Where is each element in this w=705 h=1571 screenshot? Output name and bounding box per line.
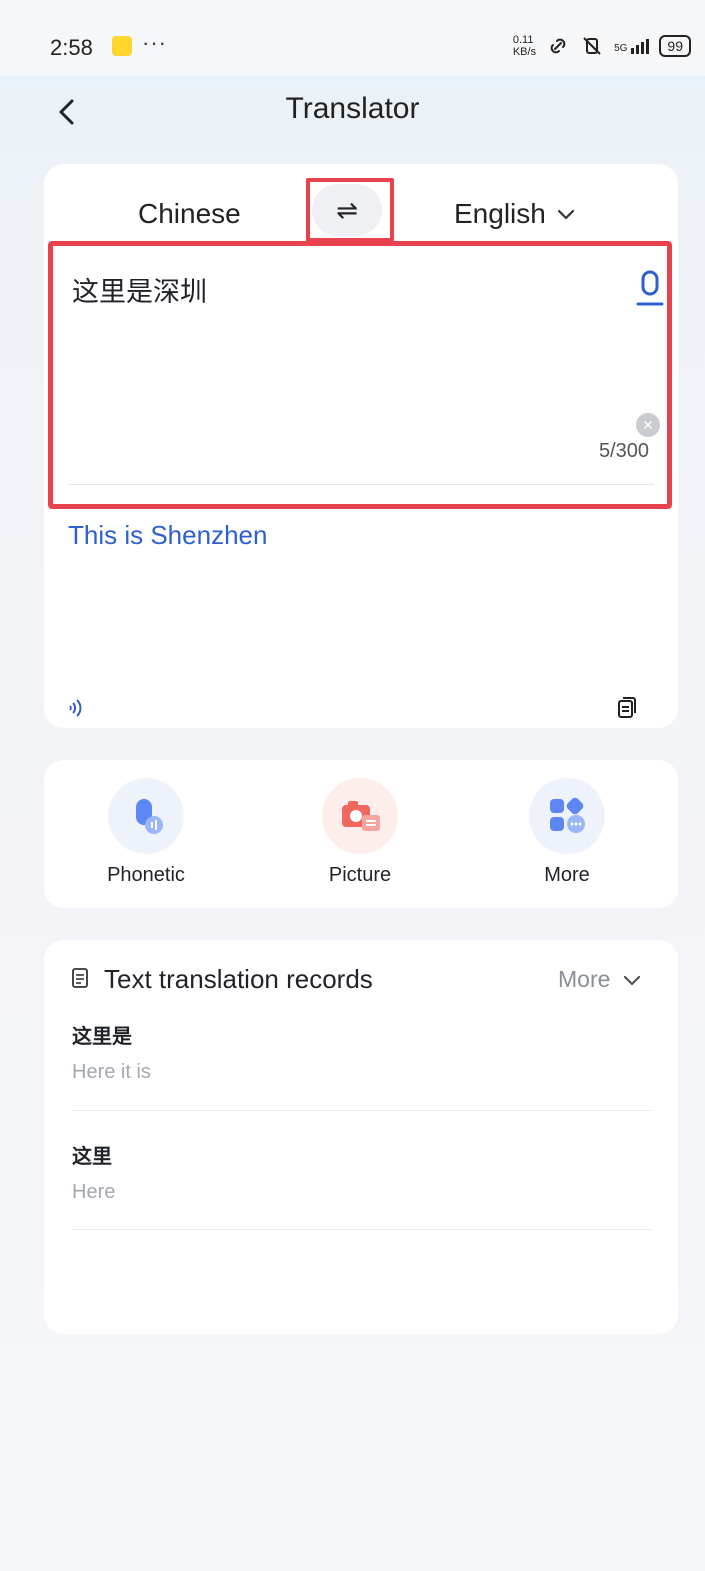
record-source: 这里 (72, 1146, 112, 1168)
input-divider (68, 484, 654, 485)
microphone-icon (136, 799, 163, 834)
chevron-down-icon (557, 209, 574, 220)
record-divider (72, 1110, 652, 1111)
picture-label: Picture (328, 864, 392, 886)
page-title: Translator (285, 92, 420, 125)
swap-highlight-frame (306, 178, 394, 242)
link-icon (550, 38, 566, 54)
picture-button[interactable]: Picture (290, 778, 430, 887)
source-text[interactable]: 这里是深圳 (72, 270, 207, 309)
records-title: Text translation records (104, 964, 373, 994)
character-count: 5/300 (598, 440, 649, 462)
copy-icon[interactable] (616, 696, 638, 720)
source-language-selector[interactable]: Chinese (138, 198, 241, 230)
records-card (44, 940, 678, 1334)
close-icon: ✕ (642, 416, 654, 433)
target-language-selector[interactable]: English (454, 198, 576, 230)
records-more-button[interactable]: More (558, 966, 642, 993)
record-translation: Here it is (72, 1061, 151, 1083)
record-source: 这里是 (72, 1026, 132, 1048)
phonetic-icon-circle (108, 778, 184, 854)
record-item[interactable]: 这里 Here (72, 1140, 652, 1204)
status-bar: 2:58 ··· 0.11 KB/s 5G 99 (0, 0, 705, 76)
camera-icon (342, 801, 380, 831)
more-icon-circle (529, 778, 605, 854)
signal-icon: 5G (614, 38, 650, 54)
notification-more-dots: ··· (142, 30, 167, 55)
battery-icon: 99 (659, 35, 691, 57)
phonetic-button[interactable]: Phonetic (76, 778, 216, 887)
target-language-label: English (454, 198, 546, 229)
apps-icon (550, 797, 585, 833)
microphone-icon[interactable] (636, 268, 664, 308)
chevron-down-icon (624, 975, 641, 985)
notification-app-icon (112, 36, 132, 56)
translation-result: This is Shenzhen (68, 520, 268, 550)
more-tools-button[interactable]: More (497, 778, 637, 887)
record-divider (72, 1229, 652, 1230)
record-translation: Here (72, 1181, 116, 1203)
picture-icon-circle (322, 778, 398, 854)
record-item[interactable]: 这里是 Here it is (72, 1020, 652, 1084)
status-time: 2:58 (50, 35, 93, 60)
phonetic-label: Phonetic (107, 864, 185, 886)
document-icon (72, 968, 88, 988)
speaker-icon[interactable] (66, 698, 86, 718)
vibrate-off-icon (583, 37, 601, 55)
status-icons: 0.11 KB/s 5G 99 (513, 34, 691, 58)
more-label: More (544, 864, 590, 886)
records-more-label: More (558, 966, 611, 992)
network-speed: 0.11 KB/s (512, 34, 537, 58)
clear-input-button[interactable]: ✕ (636, 413, 660, 437)
